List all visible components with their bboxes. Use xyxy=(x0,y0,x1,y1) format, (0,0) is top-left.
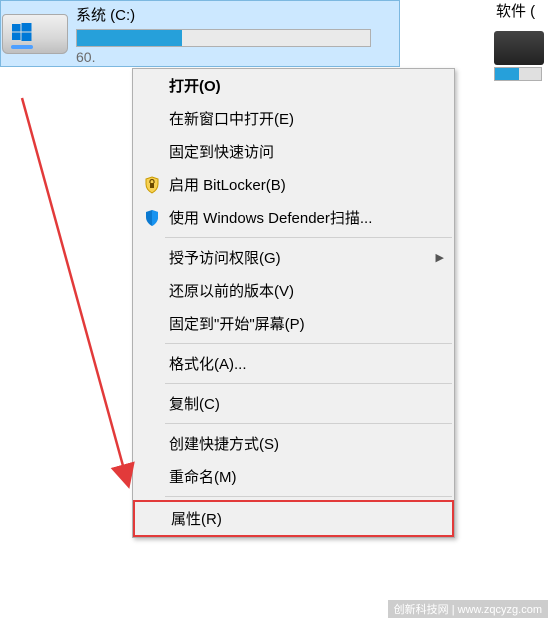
menu-bitlocker[interactable]: 启用 BitLocker(B) xyxy=(133,168,454,201)
menu-separator xyxy=(165,423,452,424)
annotation-highlight: 属性(R) xyxy=(133,500,454,537)
drive-info: 系统 (C:) 60. xyxy=(76,2,398,65)
menu-pin-start[interactable]: 固定到"开始"屏幕(P) xyxy=(133,307,454,340)
defender-icon xyxy=(141,209,163,227)
bitlocker-icon xyxy=(141,176,163,194)
menu-rename[interactable]: 重命名(M) xyxy=(133,460,454,493)
watermark: 创新科技网 | www.zqcyzg.com xyxy=(388,600,548,618)
drive-label: 系统 (C:) xyxy=(76,4,398,25)
menu-separator xyxy=(165,496,452,497)
menu-copy[interactable]: 复制(C) xyxy=(133,387,454,420)
menu-open[interactable]: 打开(O) xyxy=(133,69,454,102)
menu-separator xyxy=(165,383,452,384)
menu-pin-quick-access[interactable]: 固定到快速访问 xyxy=(133,135,454,168)
chevron-right-icon: ▶ xyxy=(436,251,444,264)
menu-separator xyxy=(165,237,452,238)
drive-partial[interactable]: 软件 ( xyxy=(492,0,552,81)
drive-c[interactable]: 系统 (C:) 60. xyxy=(0,0,400,67)
drive-subtext: 60. xyxy=(76,49,398,65)
context-menu: 打开(O) 在新窗口中打开(E) 固定到快速访问 启用 BitLocker(B)… xyxy=(132,68,455,538)
menu-restore-previous[interactable]: 还原以前的版本(V) xyxy=(133,274,454,307)
drive-icon xyxy=(2,6,68,56)
menu-format[interactable]: 格式化(A)... xyxy=(133,347,454,380)
menu-give-access[interactable]: 授予访问权限(G) ▶ xyxy=(133,241,454,274)
menu-properties[interactable]: 属性(R) xyxy=(135,502,452,535)
windows-logo-icon xyxy=(12,22,32,42)
drive-usage-bar xyxy=(76,29,371,47)
drive-partial-label: 软件 ( xyxy=(492,0,552,21)
annotation-arrow xyxy=(14,96,144,506)
menu-separator xyxy=(165,343,452,344)
drive-usage-bar xyxy=(494,67,542,81)
menu-defender-scan[interactable]: 使用 Windows Defender扫描... xyxy=(133,201,454,234)
menu-create-shortcut[interactable]: 创建快捷方式(S) xyxy=(133,427,454,460)
menu-open-new-window[interactable]: 在新窗口中打开(E) xyxy=(133,102,454,135)
drive-icon xyxy=(494,31,544,65)
